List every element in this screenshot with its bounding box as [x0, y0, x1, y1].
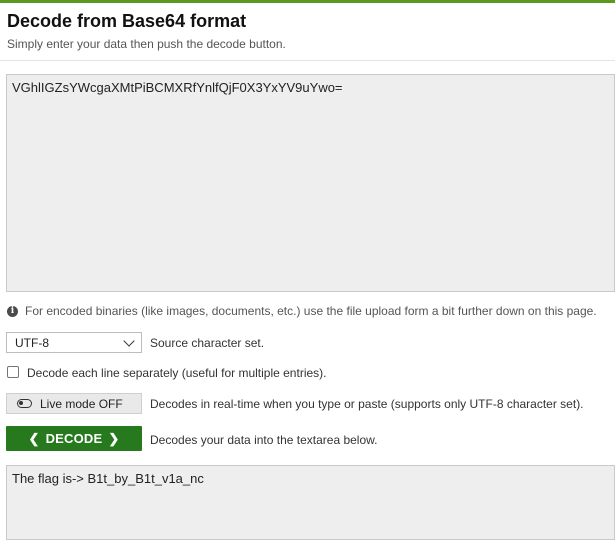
chevron-right-icon: ❯ — [108, 430, 120, 446]
chevron-left-icon: ❮ — [28, 430, 40, 446]
charset-select-value: UTF-8 — [15, 335, 49, 350]
live-mode-description: Decodes in real-time when you type or pa… — [150, 397, 584, 411]
charset-label: Source character set. — [150, 336, 265, 350]
chevron-down-icon — [123, 334, 135, 347]
encoded-input-textarea[interactable]: VGhlIGZsYWcgaXMtPiBCMXRfYnlfQjF0X3YxYV9u… — [6, 74, 615, 292]
charset-select[interactable]: UTF-8 — [6, 332, 142, 353]
decode-each-line-label: Decode each line separately (useful for … — [27, 366, 327, 380]
decode-button[interactable]: ❮ DECODE ❯ — [6, 426, 142, 451]
page-subtitle: Simply enter your data then push the dec… — [7, 37, 286, 51]
decode-button-label: DECODE — [45, 431, 103, 446]
info-icon: i — [7, 305, 18, 317]
decode-each-line-checkbox[interactable] — [7, 366, 19, 378]
header-divider — [0, 60, 615, 61]
info-note: i For encoded binaries (like images, doc… — [7, 304, 597, 318]
decode-description: Decodes your data into the textarea belo… — [150, 433, 378, 447]
decoded-output-textarea[interactable]: The flag is-> B1t_by_B1t_v1a_nc — [6, 465, 615, 540]
toggle-off-icon — [17, 399, 32, 408]
info-note-text: For encoded binaries (like images, docum… — [25, 304, 597, 318]
page-title: Decode from Base64 format — [7, 11, 247, 31]
live-mode-button-label: Live mode OFF — [40, 396, 123, 411]
live-mode-button[interactable]: Live mode OFF — [6, 393, 142, 414]
top-accent-bar — [0, 0, 615, 3]
